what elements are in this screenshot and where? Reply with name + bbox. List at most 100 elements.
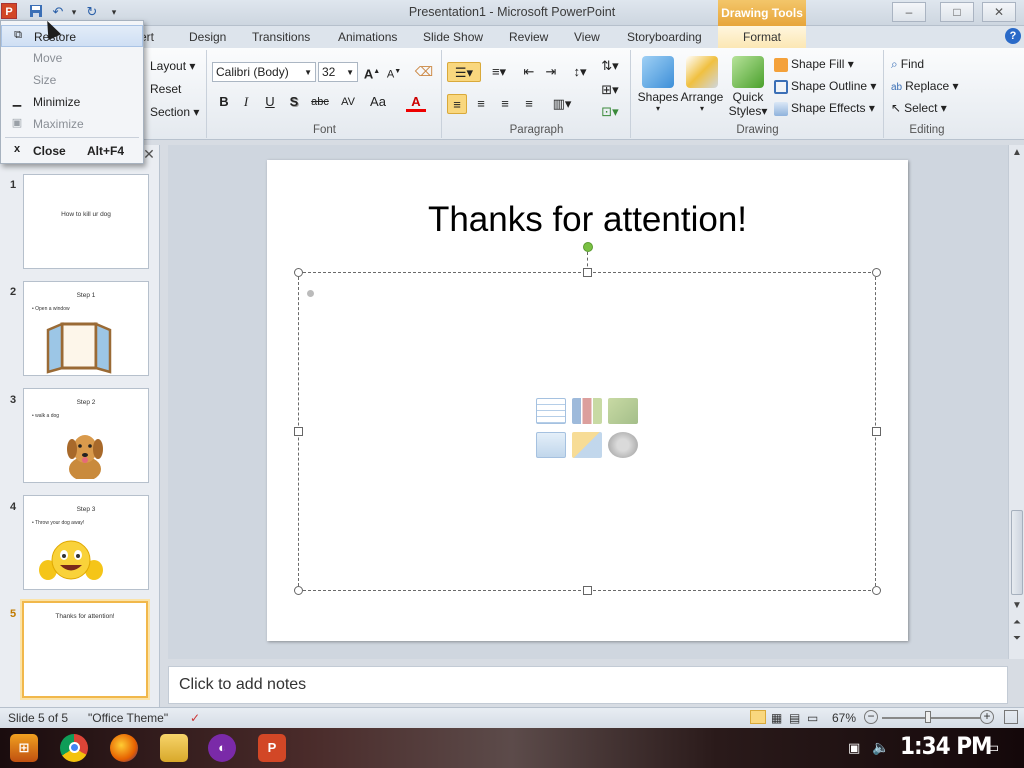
align-center-button[interactable]: ≡ (471, 94, 491, 114)
slide-thumbnail-2[interactable]: Step 1 • Open a window (23, 281, 149, 376)
slide-sorter-icon[interactable]: ▦ (771, 711, 782, 725)
shape-effects-button[interactable]: Shape Effects ▾ (774, 101, 875, 116)
resize-handle-bottom-left[interactable] (294, 586, 303, 595)
notes-placeholder[interactable]: Click to add notes (179, 676, 306, 694)
character-spacing-button[interactable]: AV (336, 92, 360, 112)
align-text-icon[interactable]: ⊞▾ (597, 80, 623, 100)
slide-thumbnail-3[interactable]: Step 2 • walk a dog (23, 388, 149, 483)
close-button[interactable]: ✕ (982, 2, 1016, 22)
italic-button[interactable]: I (236, 92, 256, 112)
arrange-button[interactable]: Arrange ▾ (680, 56, 724, 113)
resize-handle-top-left[interactable] (294, 268, 303, 277)
maximize-button[interactable]: □ (940, 2, 974, 22)
notes-pane[interactable]: Click to add notes (168, 666, 1008, 704)
normal-view-icon[interactable] (750, 710, 766, 724)
zoom-level[interactable]: 67% (832, 711, 856, 725)
underline-button[interactable]: U (260, 92, 280, 112)
next-slide-icon[interactable]: ⏷ (1011, 633, 1023, 644)
menu-item-size[interactable]: Size (1, 69, 143, 91)
insert-table-icon[interactable] (536, 398, 566, 424)
volume-icon[interactable]: 🔈 (872, 739, 889, 756)
line-spacing-icon[interactable]: ↕▾ (567, 62, 593, 82)
zoom-out-icon[interactable]: − (864, 710, 878, 724)
font-name-combo[interactable]: Calibri (Body) ▼ (212, 62, 316, 82)
resize-handle-bottom-right[interactable] (872, 586, 881, 595)
clear-formatting-icon[interactable]: ⌫ (414, 62, 434, 82)
font-size-combo[interactable]: 32 ▼ (318, 62, 358, 82)
smartart-icon[interactable]: ⊡▾ (597, 102, 623, 122)
firefox-icon[interactable] (110, 734, 138, 762)
help-icon[interactable]: ? (1005, 28, 1021, 44)
fit-slide-icon[interactable] (1004, 710, 1018, 724)
shapes-button[interactable]: Shapes ▾ (636, 56, 680, 113)
resize-handle-right[interactable] (872, 427, 881, 436)
align-right-button[interactable]: ≡ (495, 94, 515, 114)
insert-chart-icon[interactable] (572, 398, 602, 424)
current-slide[interactable]: Thanks for attention! (267, 160, 908, 641)
justify-button[interactable]: ≡ (519, 94, 539, 114)
insert-media-icon[interactable] (608, 432, 638, 458)
tab-review[interactable]: Review (509, 30, 548, 44)
taskbar-clock[interactable]: 1:34 PM (900, 732, 993, 760)
slide-thumbnail-5[interactable]: Thanks for attention! (22, 601, 148, 698)
zoom-slider-thumb[interactable] (924, 711, 931, 723)
replace-button[interactable]: ab Replace ▾ (891, 79, 959, 93)
menu-item-minimize[interactable]: ▁ Minimize (1, 91, 143, 113)
numbering-button[interactable]: ≡▾ (485, 62, 513, 82)
menu-item-close[interactable]: x Close Alt+F4 (1, 140, 143, 162)
slide-show-icon[interactable]: ▭ (807, 711, 818, 725)
scroll-up-icon[interactable]: ▲ (1011, 147, 1023, 158)
close-pane-icon[interactable]: ✕ (142, 146, 156, 162)
zoom-slider-track[interactable] (882, 717, 980, 719)
menu-item-move[interactable]: Move (1, 47, 143, 69)
tab-storyboarding[interactable]: Storyboarding (627, 30, 702, 44)
font-color-button[interactable]: A (406, 92, 426, 112)
network-icon[interactable]: ▣ (848, 740, 860, 756)
shadow-button[interactable]: S (284, 92, 304, 112)
insert-clip-art-icon[interactable] (572, 432, 602, 458)
find-button[interactable]: ⌕ Find (891, 57, 924, 72)
theme-name[interactable]: "Office Theme" (88, 711, 168, 725)
tab-transitions[interactable]: Transitions (252, 30, 310, 44)
section-button[interactable]: Section ▾ (150, 105, 199, 119)
minimize-button[interactable]: – (892, 2, 926, 22)
resize-handle-bottom[interactable] (583, 586, 592, 595)
quick-styles-button[interactable]: Quick Styles▾ (726, 56, 770, 118)
file-explorer-icon[interactable] (160, 734, 188, 762)
zoom-in-icon[interactable]: + (980, 710, 994, 724)
grow-font-icon[interactable]: A▲ (362, 62, 382, 82)
menu-item-maximize[interactable]: ▣ Maximize (1, 113, 143, 135)
spell-check-icon[interactable]: ✓ (190, 711, 200, 725)
tab-slide-show[interactable]: Slide Show (423, 30, 483, 44)
start-icon[interactable]: ⊞ (10, 734, 38, 762)
bullets-button[interactable]: ☰▾ (447, 62, 481, 82)
notifications-icon[interactable]: ▭ (986, 739, 999, 756)
resize-handle-left[interactable] (294, 427, 303, 436)
media-app-icon[interactable]: ◐ (208, 734, 236, 762)
insert-smartart-icon[interactable] (608, 398, 638, 424)
scrollbar-thumb[interactable] (1011, 510, 1023, 595)
select-button[interactable]: ↖ Select ▾ (891, 101, 947, 115)
slide-title[interactable]: Thanks for attention! (267, 200, 908, 240)
columns-button[interactable]: ▥▾ (549, 94, 575, 114)
resize-handle-top[interactable] (583, 268, 592, 277)
increase-indent-icon[interactable]: ⇥ (541, 62, 561, 82)
align-left-button[interactable]: ≡ (447, 94, 467, 114)
tab-design[interactable]: Design (189, 30, 226, 44)
tab-animations[interactable]: Animations (338, 30, 397, 44)
reading-view-icon[interactable]: ▤ (789, 711, 800, 725)
shape-outline-button[interactable]: Shape Outline ▾ (774, 79, 876, 94)
previous-slide-icon[interactable]: ⏶ (1011, 617, 1023, 628)
menu-item-restore[interactable]: ⧉ Restore (1, 25, 143, 47)
tab-format[interactable]: Format (718, 26, 806, 48)
resize-handle-top-right[interactable] (872, 268, 881, 277)
powerpoint-taskbar-icon[interactable]: P (258, 734, 286, 762)
slide-thumbnail-4[interactable]: Step 3 • Throw your dog away! (23, 495, 149, 590)
tab-view[interactable]: View (574, 30, 600, 44)
decrease-indent-icon[interactable]: ⇤ (519, 62, 539, 82)
layout-button[interactable]: Layout ▾ (150, 59, 195, 73)
chrome-icon[interactable] (60, 734, 88, 762)
scroll-down-icon[interactable]: ▼ (1011, 600, 1023, 611)
change-case-button[interactable]: Aa (366, 92, 390, 112)
slide-thumbnail-1[interactable]: How to kill ur dog (23, 174, 149, 269)
